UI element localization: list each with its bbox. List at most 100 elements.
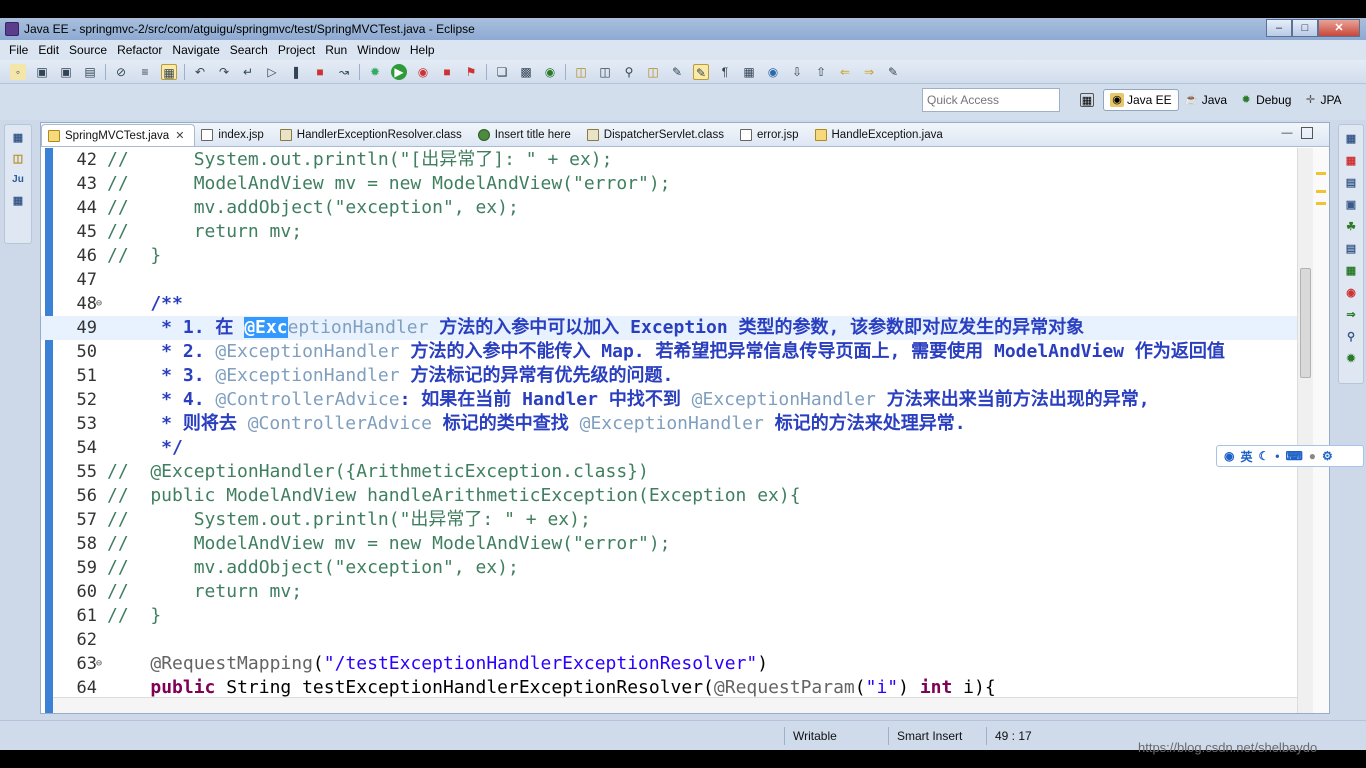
save-all-icon[interactable]: ▣ — [58, 64, 74, 80]
ime-user-icon[interactable]: ● — [1309, 449, 1316, 463]
tab-handleexception-java[interactable]: HandleException.java — [809, 124, 953, 146]
snippets-icon[interactable]: ▤ — [1343, 241, 1359, 257]
code-line[interactable]: 42 // System.out.println("[出异常了]: " + ex)… — [41, 148, 1301, 172]
quick-access-input[interactable] — [922, 88, 1060, 112]
vertical-scrollbar[interactable] — [1297, 148, 1313, 713]
code-line[interactable]: 53 * 则将去 @ControllerAdvice 标记的类中查找 @Exce… — [41, 412, 1301, 436]
globe-icon[interactable]: ◉ — [765, 64, 781, 80]
code-line[interactable]: 50 * 2. @ExceptionHandler 方法的入参中不能传入 Map… — [41, 340, 1301, 364]
code-area[interactable]: 42 // System.out.println("[出异常了]: " + ex)… — [41, 148, 1329, 713]
code-line[interactable]: 59 // mv.addObject("exception", ex); — [41, 556, 1301, 580]
code-line[interactable]: 58 // ModelAndView mv = new ModelAndView(… — [41, 532, 1301, 556]
code-line[interactable]: 52 * 4. @ControllerAdvice: 如果在当前 Handler… — [41, 388, 1301, 412]
resume-icon[interactable]: ▷ — [264, 64, 280, 80]
code-line[interactable]: 51 * 3. @ExceptionHandler 方法标记的异常有优先级的问题… — [41, 364, 1301, 388]
undo-icon[interactable]: ↶ — [192, 64, 208, 80]
search-view-icon[interactable]: ⚲ — [1343, 329, 1359, 345]
back-icon[interactable]: ⇐ — [837, 64, 853, 80]
code-line[interactable]: 46 // } — [41, 244, 1301, 268]
menu-search[interactable]: Search — [225, 43, 273, 57]
progress-icon[interactable]: ⇒ — [1343, 307, 1359, 323]
ime-punctuation-icon[interactable]: • — [1275, 449, 1279, 463]
ime-moon-icon[interactable]: ☾ — [1259, 449, 1270, 463]
code-line[interactable]: 47 — [41, 268, 1301, 292]
mark-occurrences-icon[interactable]: ✎ — [693, 63, 709, 80]
restore-view-icon[interactable]: ▦ — [1343, 131, 1359, 147]
toggle-block-selection-icon[interactable]: ▦ — [161, 63, 177, 80]
pin-editor-icon[interactable]: ✎ — [885, 64, 901, 80]
external-tools-icon[interactable]: ⚑ — [463, 64, 479, 80]
tab-dispatcherservlet-class[interactable]: DispatcherServlet.class — [581, 124, 734, 146]
tab-index-jsp[interactable]: index.jsp — [195, 124, 273, 146]
code-line[interactable]: 49 * 1. 在 @ExceptionHandler 方法的入参中可以加入 E… — [41, 316, 1301, 340]
save-icon[interactable]: ▣ — [34, 64, 50, 80]
tab-insert-title-here[interactable]: Insert title here — [472, 124, 581, 146]
ime-settings-icon[interactable]: ⚙ — [1322, 449, 1333, 463]
minimize-editor-icon[interactable]: — — [1281, 127, 1293, 139]
menu-refactor[interactable]: Refactor — [112, 43, 167, 57]
occurrence-marker[interactable] — [1316, 190, 1326, 193]
type-hierarchy-icon[interactable]: ▦ — [10, 193, 26, 209]
occurrence-marker[interactable] — [1316, 172, 1326, 175]
perspective-debug[interactable]: ✹ Debug — [1233, 89, 1297, 111]
maximize-button[interactable]: □ — [1292, 19, 1318, 37]
maximize-editor-icon[interactable] — [1301, 127, 1313, 139]
close-button[interactable]: ✕ — [1318, 19, 1360, 37]
menu-file[interactable]: File — [4, 43, 33, 57]
toggle-mark-occurrences-icon[interactable]: ≡ — [137, 64, 153, 80]
terminate-icon[interactable]: ■ — [312, 64, 328, 80]
print-icon[interactable]: ▤ — [82, 64, 98, 80]
previous-annotation-icon[interactable]: ⇧ — [813, 64, 829, 80]
code-line[interactable]: 48 ⊖ /** — [41, 292, 1301, 316]
fold-toggle-icon[interactable]: ⊖ — [96, 292, 102, 316]
new-icon[interactable]: ◦ — [10, 63, 26, 80]
outline-icon[interactable]: ✹ — [1343, 351, 1359, 367]
menu-run[interactable]: Run — [320, 43, 352, 57]
code-line[interactable]: 57 // System.out.println("出异常了: " + ex); — [41, 508, 1301, 532]
skip-breakpoints-icon[interactable]: ⊘ — [113, 64, 129, 80]
tab-handlerexceptionresolver-class[interactable]: HandlerExceptionResolver.class — [274, 124, 472, 146]
annotation-icon[interactable]: ✎ — [669, 64, 685, 80]
disconnect-icon[interactable]: ↝ — [336, 64, 352, 80]
step-into-icon[interactable]: ↵ — [240, 64, 256, 80]
perspective-java-ee[interactable]: ◉ Java EE — [1103, 89, 1179, 111]
overview-ruler[interactable] — [1313, 148, 1329, 713]
occurrence-marker[interactable] — [1316, 202, 1326, 205]
markers-icon[interactable]: ▦ — [1343, 153, 1359, 169]
error-log-icon[interactable]: ◉ — [1343, 285, 1359, 301]
menu-project[interactable]: Project — [273, 43, 320, 57]
code-line[interactable]: 62 — [41, 628, 1301, 652]
perspective-jpa[interactable]: ✛ JPA — [1297, 89, 1347, 111]
redo-icon[interactable]: ↷ — [216, 64, 232, 80]
code-line[interactable]: 55 // @ExceptionHandler({ArithmeticExcept… — [41, 460, 1301, 484]
properties-icon[interactable]: ▤ — [1343, 175, 1359, 191]
menu-window[interactable]: Window — [352, 43, 405, 57]
package-explorer-icon[interactable]: ◫ — [10, 151, 26, 167]
perspective-java[interactable]: ☕ Java — [1179, 89, 1233, 111]
minimize-button[interactable]: – — [1266, 19, 1292, 37]
suspend-icon[interactable]: ❚ — [288, 64, 304, 80]
new-package-icon[interactable]: ▩ — [518, 64, 534, 80]
scrollbar-thumb[interactable] — [1300, 268, 1311, 378]
code-line[interactable]: 60 // return mv; — [41, 580, 1301, 604]
horizontal-scrollbar[interactable] — [53, 697, 1297, 713]
debug-icon[interactable]: ✹ — [367, 64, 383, 80]
new-java-project-icon[interactable]: ❏ — [494, 64, 510, 80]
whitespace-icon[interactable]: ¶ — [717, 64, 733, 80]
show-source-icon[interactable]: ▦ — [741, 64, 757, 80]
coverage-icon[interactable]: ◉ — [415, 64, 431, 80]
data-source-icon[interactable]: ☘ — [1343, 219, 1359, 235]
servers-icon[interactable]: ▣ — [1343, 197, 1359, 213]
open-task-icon[interactable]: ◫ — [597, 64, 613, 80]
code-line[interactable]: 44 // mv.addObject("exception", ex); — [41, 196, 1301, 220]
open-folder-icon[interactable]: ◫ — [645, 64, 661, 80]
stop-server-icon[interactable]: ■ — [439, 64, 455, 80]
junit-icon[interactable]: Ju — [10, 172, 26, 188]
code-line[interactable]: 43 // ModelAndView mv = new ModelAndView(… — [41, 172, 1301, 196]
tab-springmvctest-java[interactable]: SpringMVCTest.java ✕ — [41, 124, 196, 146]
forward-icon[interactable]: ⇒ — [861, 64, 877, 80]
code-line[interactable]: 54 */ — [41, 436, 1301, 460]
close-tab-icon[interactable]: ✕ — [175, 129, 184, 142]
menu-help[interactable]: Help — [405, 43, 440, 57]
menu-navigate[interactable]: Navigate — [167, 43, 224, 57]
